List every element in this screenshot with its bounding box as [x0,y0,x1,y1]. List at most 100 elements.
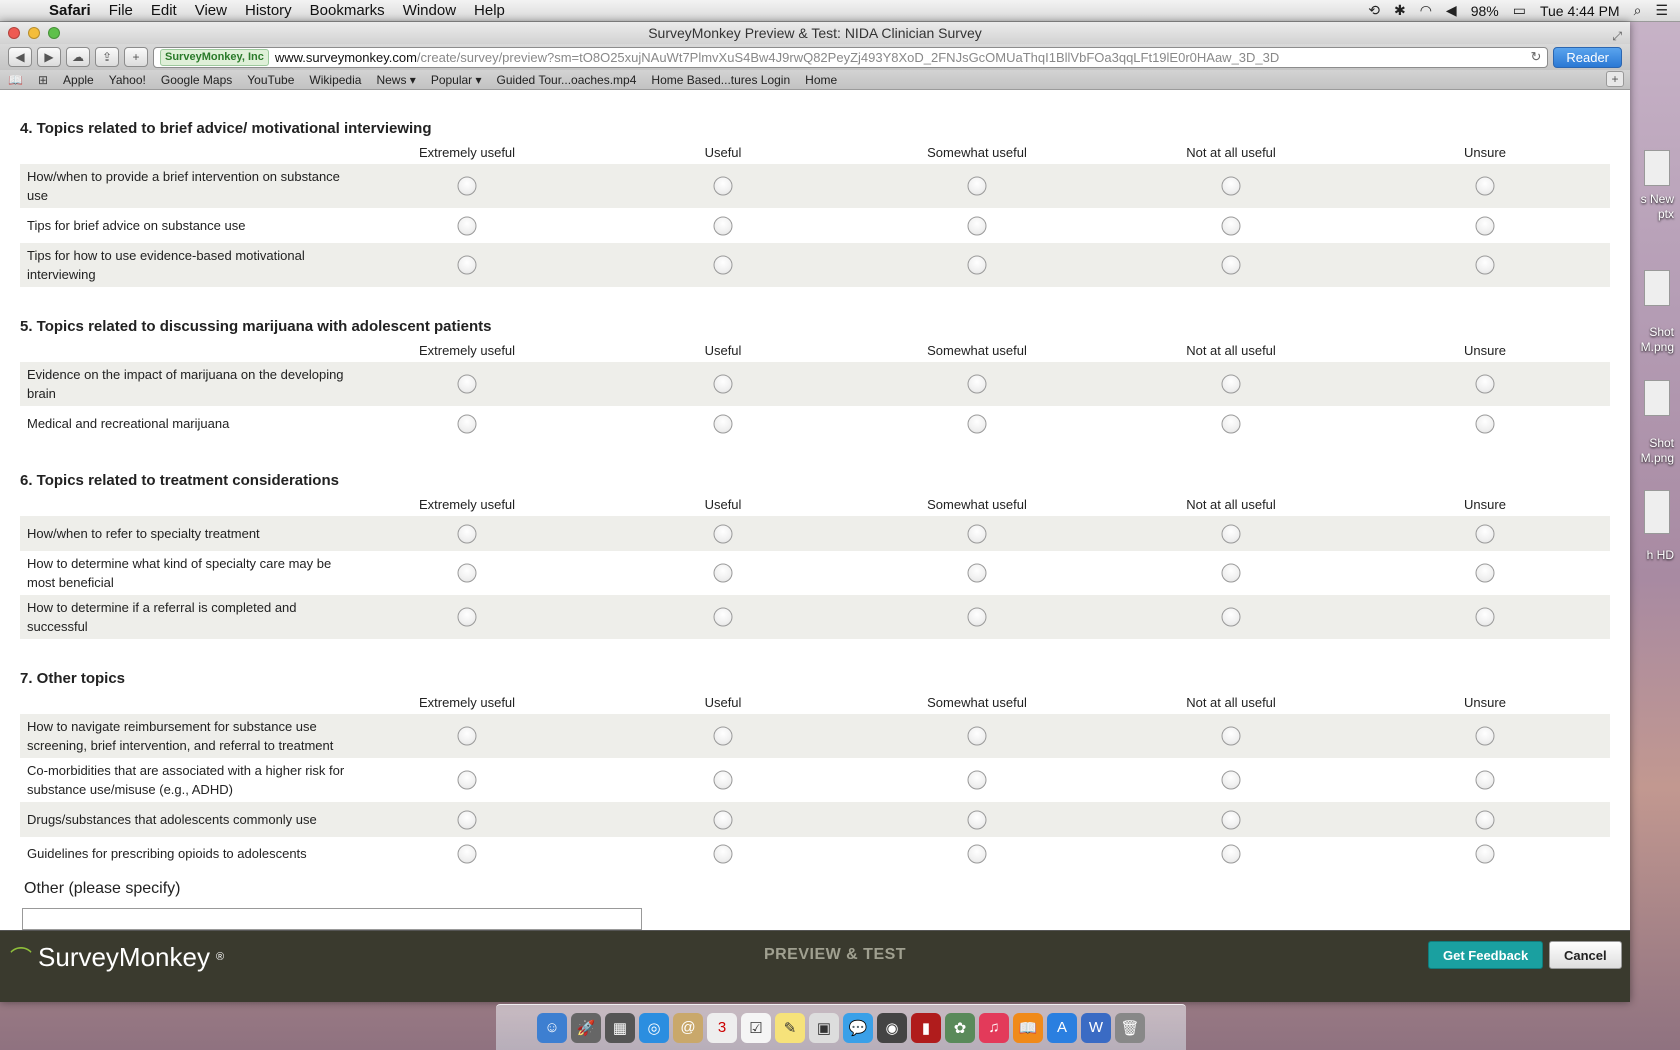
finder-icon[interactable]: ☺ [537,1012,567,1043]
bluetooth-icon[interactable]: ✱ [1394,2,1406,19]
spotlight-search-icon[interactable]: ⌕ [1634,2,1642,19]
radio-option[interactable] [457,726,477,746]
radio-option[interactable] [1475,563,1495,583]
radio-option[interactable] [967,726,987,746]
bookmark-guided-tour[interactable]: Guided Tour...oaches.mp4 [497,73,637,87]
radio-option[interactable] [967,414,987,433]
ibooks-icon[interactable]: 📖 [1013,1012,1043,1043]
radio-option[interactable] [1475,607,1495,627]
radio-option[interactable] [457,216,477,235]
facetime-icon[interactable]: ◉ [877,1012,907,1043]
fullscreen-icon[interactable]: ⤢ [1612,25,1622,47]
time-machine-icon[interactable]: ⟲ [1368,2,1380,19]
radio-option[interactable] [967,374,987,394]
battery-percent[interactable]: 98% [1471,3,1499,19]
battery-icon[interactable]: ▭ [1513,2,1526,19]
radio-option[interactable] [1221,374,1241,394]
radio-option[interactable] [1475,524,1495,543]
radio-option[interactable] [457,414,477,433]
app-store-icon[interactable]: A [1047,1012,1077,1043]
notes-icon[interactable]: ✎ [775,1012,805,1043]
minimize-window-button[interactable] [28,27,40,39]
radio-option[interactable] [967,216,987,235]
radio-option[interactable] [457,563,477,583]
radio-option[interactable] [713,414,733,433]
desktop-file-thumb[interactable] [1644,150,1670,186]
radio-option[interactable] [1221,216,1241,235]
top-sites-grid-icon[interactable]: ⊞ [38,73,48,87]
radio-option[interactable] [967,524,987,543]
radio-option[interactable] [713,810,733,829]
radio-option[interactable] [713,374,733,394]
address-bar[interactable]: SurveyMonkey, Inc www.surveymonkey.com /… [153,46,1549,68]
radio-option[interactable] [1221,414,1241,433]
radio-option[interactable] [1475,770,1495,790]
menu-window[interactable]: Window [394,0,465,22]
radio-option[interactable] [713,844,733,863]
menu-bookmarks[interactable]: Bookmarks [301,0,394,22]
bookmark-news-folder[interactable]: News ▾ [376,73,415,87]
zoom-window-button[interactable] [48,27,60,39]
radio-option[interactable] [457,607,477,627]
other-specify-textbox[interactable] [22,908,642,930]
get-feedback-button[interactable]: Get Feedback [1428,941,1544,969]
radio-option[interactable] [1475,176,1495,196]
photo-booth-icon[interactable]: ▮ [911,1012,941,1043]
desktop-file-thumb[interactable] [1644,270,1670,306]
radio-option[interactable] [967,844,987,863]
radio-option[interactable] [1475,414,1495,433]
radio-option[interactable] [967,563,987,583]
menu-help[interactable]: Help [465,0,514,22]
radio-option[interactable] [1221,524,1241,543]
radio-option[interactable] [1475,216,1495,235]
bookmark-home[interactable]: Home [805,73,837,87]
menu-edit[interactable]: Edit [142,0,186,22]
safari-icon[interactable]: ◎ [639,1012,669,1043]
radio-option[interactable] [457,176,477,196]
site-identity-badge[interactable]: SurveyMonkey, Inc [160,48,269,66]
radio-option[interactable] [967,255,987,275]
radio-option[interactable] [713,176,733,196]
messages-icon[interactable]: 💬 [843,1012,873,1043]
bookmark-popular-folder[interactable]: Popular ▾ [431,73,482,87]
desktop-file-label[interactable]: Shot M.png [1641,325,1674,355]
bookmark-yahoo[interactable]: Yahoo! [109,73,146,87]
radio-option[interactable] [1475,374,1495,394]
volume-icon[interactable]: ◀ [1446,2,1457,19]
reader-button[interactable]: Reader [1553,46,1622,68]
mission-control-icon[interactable]: ▦ [605,1012,635,1043]
bookmark-apple[interactable]: Apple [63,73,94,87]
radio-option[interactable] [1475,810,1495,829]
close-window-button[interactable] [8,27,20,39]
reminders-icon[interactable]: ☑ [741,1012,771,1043]
itunes-icon[interactable]: ♫ [979,1012,1009,1043]
iphoto-icon[interactable]: ✿ [945,1012,975,1043]
radio-option[interactable] [713,726,733,746]
radio-option[interactable] [1475,726,1495,746]
bookmark-google-maps[interactable]: Google Maps [161,73,232,87]
desktop-drive-label[interactable]: h HD [1647,548,1674,563]
radio-option[interactable] [1221,563,1241,583]
radio-option[interactable] [457,810,477,829]
menu-app-safari[interactable]: Safari [40,0,100,22]
desktop-file-label[interactable]: Shot M.png [1641,436,1674,466]
radio-option[interactable] [713,255,733,275]
radio-option[interactable] [713,607,733,627]
radio-option[interactable] [713,563,733,583]
desktop-file-label[interactable]: s New ptx [1641,192,1674,222]
trash-icon[interactable]: 🗑 [1115,1012,1145,1043]
menu-history[interactable]: History [236,0,301,22]
reload-icon[interactable]: ↻ [1526,49,1542,65]
radio-option[interactable] [1221,810,1241,829]
radio-option[interactable] [967,770,987,790]
radio-option[interactable] [713,524,733,543]
wifi-icon[interactable]: ◠ [1420,2,1432,19]
word-icon[interactable]: W [1081,1012,1111,1043]
menu-file[interactable]: File [100,0,142,22]
radio-option[interactable] [967,176,987,196]
radio-option[interactable] [457,844,477,863]
radio-option[interactable] [1221,607,1241,627]
forward-button[interactable]: ▶ [37,47,61,67]
radio-option[interactable] [1221,844,1241,863]
bookmark-home-based-login[interactable]: Home Based...tures Login [651,73,790,87]
